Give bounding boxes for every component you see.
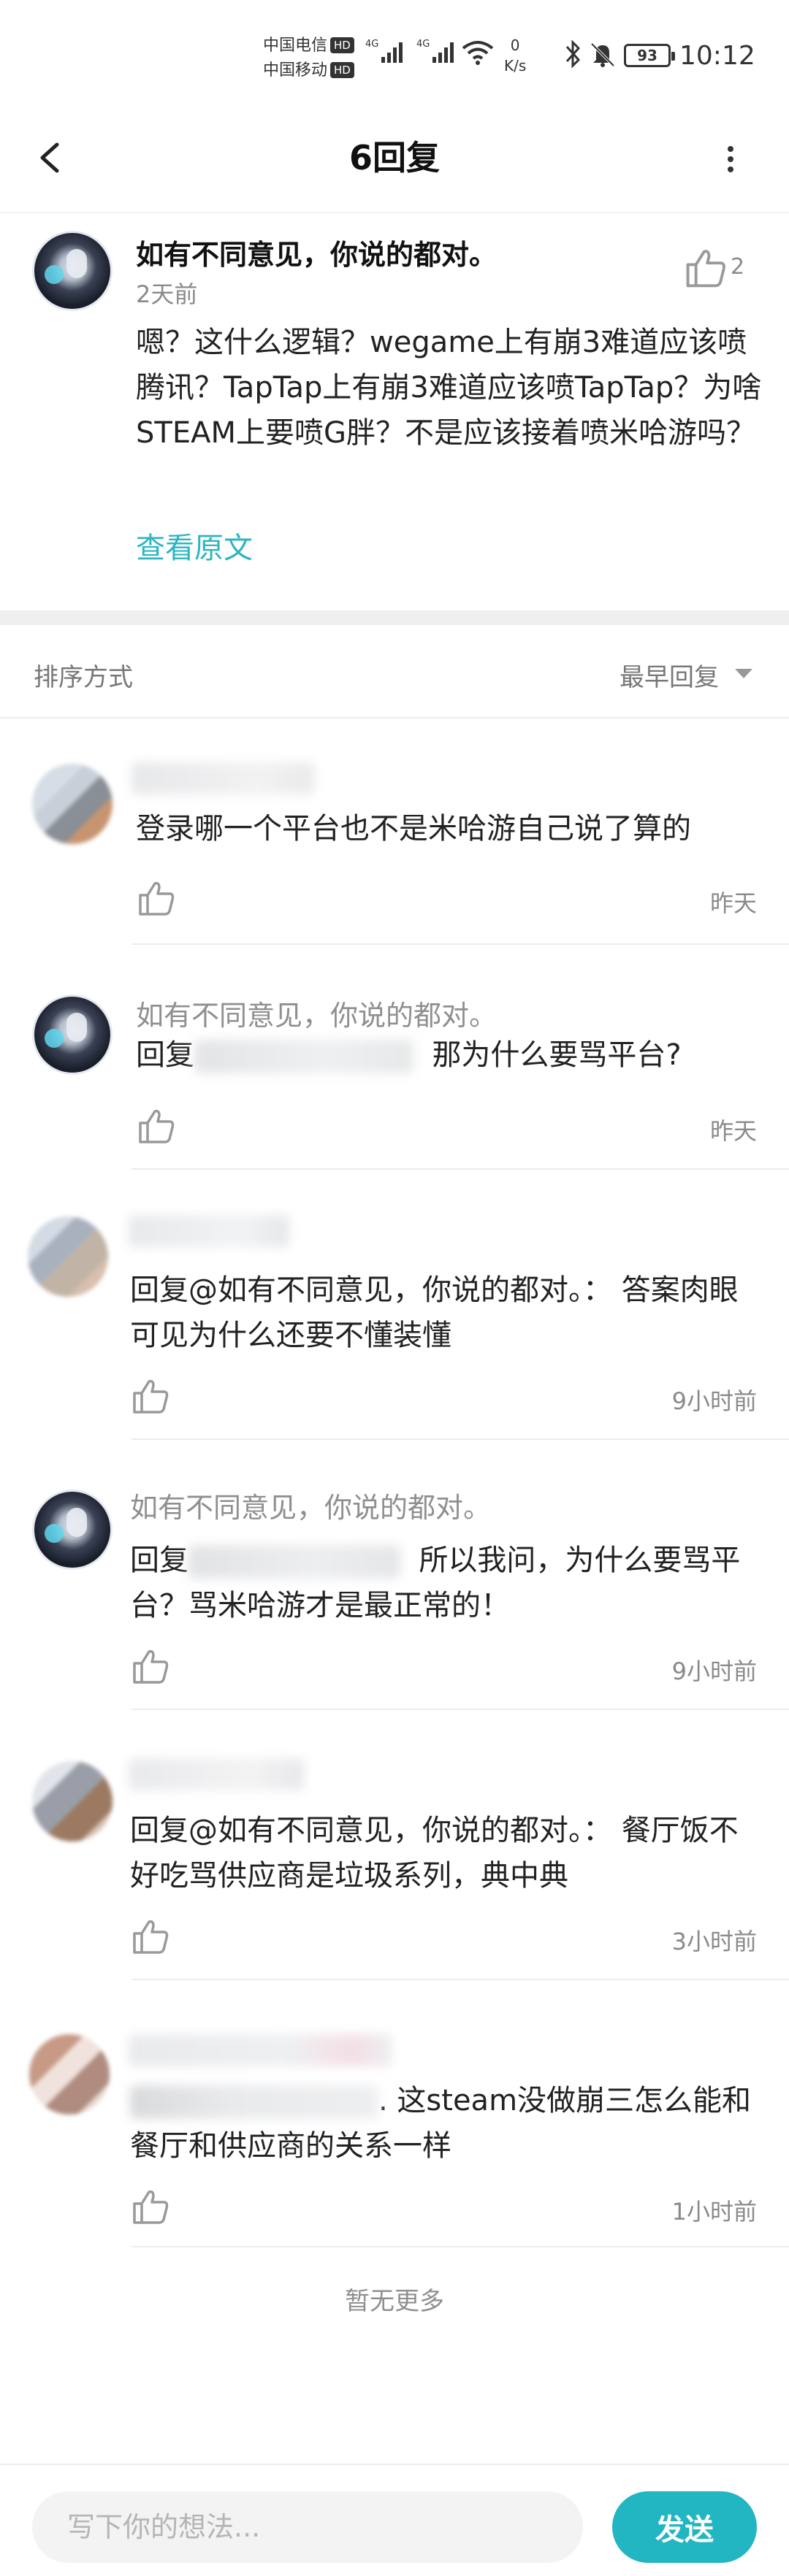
net-speed: 0 K/s — [504, 37, 527, 74]
sort-label: 排序方式 — [34, 663, 133, 692]
avatar[interactable] — [32, 1761, 113, 1841]
username[interactable] — [129, 1215, 289, 1247]
sort-dropdown[interactable]: 最早回复 — [620, 657, 719, 693]
avatar[interactable] — [28, 1216, 108, 1297]
reply-item: 回复@如有不同意见，你说的都对。： 答案肉眼可见为什么还要不懂装懂 9小时前 — [0, 1170, 789, 1440]
send-button[interactable]: 发送 — [612, 2491, 757, 2563]
svg-text:4G: 4G — [365, 39, 378, 50]
like-button[interactable] — [130, 1377, 171, 1417]
username[interactable] — [132, 762, 314, 794]
avatar[interactable] — [32, 764, 113, 844]
like-button[interactable] — [136, 879, 177, 919]
thumbs-up-icon — [686, 250, 725, 288]
caret-down-icon[interactable] — [735, 669, 752, 678]
original-comment: 如有不同意见，你说的都对。 2天前 2 嗯？这什么逻辑？wegame上有崩3难道… — [0, 212, 789, 610]
reply-time: 1小时前 — [671, 2198, 757, 2226]
thumbs-up-icon — [139, 881, 175, 916]
mention-user[interactable] — [130, 2085, 378, 2119]
top-header: 6回复 — [0, 110, 789, 212]
comment-input[interactable] — [32, 2491, 583, 2563]
thumbs-up-icon — [133, 2190, 169, 2224]
like-count: 2 — [731, 254, 745, 280]
avatar[interactable] — [29, 2034, 110, 2115]
mention-user[interactable] — [188, 1545, 400, 1579]
reply-text: 回复@如有不同意见，你说的都对。： 餐厅饭不好吃骂供应商是垃圾系列，典中典 — [130, 1814, 739, 1893]
reply-time: 3小时前 — [671, 1928, 757, 1955]
hd-badge: HD — [330, 37, 354, 53]
wifi-icon — [462, 39, 494, 70]
like-button[interactable] — [130, 1647, 171, 1687]
username[interactable] — [129, 1758, 304, 1790]
clock: 10:12 — [679, 41, 755, 71]
post-body: 嗯？这什么逻辑？wegame上有崩3难道应该喷腾讯？TapTap上有崩3难道应该… — [136, 326, 762, 450]
thumbs-up-icon — [139, 1109, 175, 1143]
hd-badge: HD — [330, 62, 354, 78]
status-bar: 中国电信 HD 中国移动 HD 4G 4G 0 K/s 93 10:12 — [0, 0, 789, 110]
more-button[interactable] — [716, 129, 745, 187]
reply-item: . 这steam没做崩三怎么能和餐厅和供应商的关系一样 1小时前 — [0, 1980, 789, 2247]
no-more-label: 暂无更多 — [345, 2287, 444, 2316]
comment-bar: 发送 — [0, 2464, 789, 2576]
avatar[interactable] — [32, 994, 113, 1075]
carrier-2: 中国移动 — [263, 61, 328, 80]
reply-text: 回复@如有不同意见，你说的都对。： 答案肉眼可见为什么还要不懂装懂 — [130, 1273, 739, 1352]
signal-icon: 4G — [365, 37, 409, 70]
reply-time: 9小时前 — [671, 1387, 757, 1415]
like-button[interactable] — [682, 247, 729, 291]
divider — [132, 2246, 789, 2247]
like-button[interactable] — [130, 2188, 171, 2227]
reply-text: . 这steam没做崩三怎么能和餐厅和供应商的关系一样 — [130, 2084, 752, 2163]
avatar[interactable] — [32, 1490, 113, 1570]
svg-text:4G: 4G — [416, 39, 430, 50]
bluetooth-icon — [563, 39, 583, 75]
reply-item: 登录哪一个平台也不是米哈游自己说了算的 昨天 — [0, 718, 789, 945]
reply-time: 昨天 — [709, 1117, 757, 1145]
carrier-info: 中国电信 HD 中国移动 HD — [263, 34, 354, 83]
reply-text: 回复 那为什么要骂平台? — [136, 1038, 682, 1073]
page-title: 6回复 — [348, 138, 440, 177]
post-time: 2天前 — [136, 280, 198, 308]
username[interactable] — [129, 2034, 392, 2066]
like-button[interactable] — [130, 1917, 171, 1957]
carrier-1: 中国电信 — [263, 37, 328, 55]
reply-time: 9小时前 — [671, 1657, 757, 1685]
reply-text: 登录哪一个平台也不是米哈游自己说了算的 — [136, 812, 691, 846]
signal-icon: 4G — [416, 37, 460, 70]
view-original-link[interactable]: 查看原文 — [136, 524, 253, 567]
more-vertical-icon — [728, 146, 733, 172]
mute-icon — [589, 41, 617, 75]
username[interactable]: 如有不同意见，你说的都对。 — [136, 993, 497, 1033]
thumbs-up-icon — [133, 1649, 169, 1684]
reply-time: 昨天 — [709, 889, 757, 917]
thumbs-up-icon — [133, 1920, 169, 1954]
reply-item: 如有不同意见，你说的都对。 回复 所以我问，为什么要骂平台？骂米哈游才是最正常的… — [0, 1440, 789, 1710]
section-gap — [0, 610, 789, 625]
thumbs-up-icon — [133, 1379, 169, 1414]
like-button[interactable] — [136, 1107, 177, 1146]
author-name[interactable]: 如有不同意见，你说的都对。 — [136, 232, 497, 272]
avatar[interactable] — [32, 231, 113, 311]
reply-item: 如有不同意见，你说的都对。 回复 那为什么要骂平台? 昨天 — [0, 945, 789, 1170]
reply-item: 回复@如有不同意见，你说的都对。： 餐厅饭不好吃骂供应商是垃圾系列，典中典 3小… — [0, 1710, 789, 1980]
reply-text: 回复 所以我问，为什么要骂平台？骂米哈游才是最正常的！ — [130, 1544, 741, 1622]
username[interactable]: 如有不同意见，你说的都对。 — [130, 1485, 491, 1525]
battery-icon: 93 — [624, 44, 675, 67]
sort-row: 排序方式 最早回复 — [0, 625, 789, 718]
mention-user[interactable] — [194, 1040, 413, 1073]
